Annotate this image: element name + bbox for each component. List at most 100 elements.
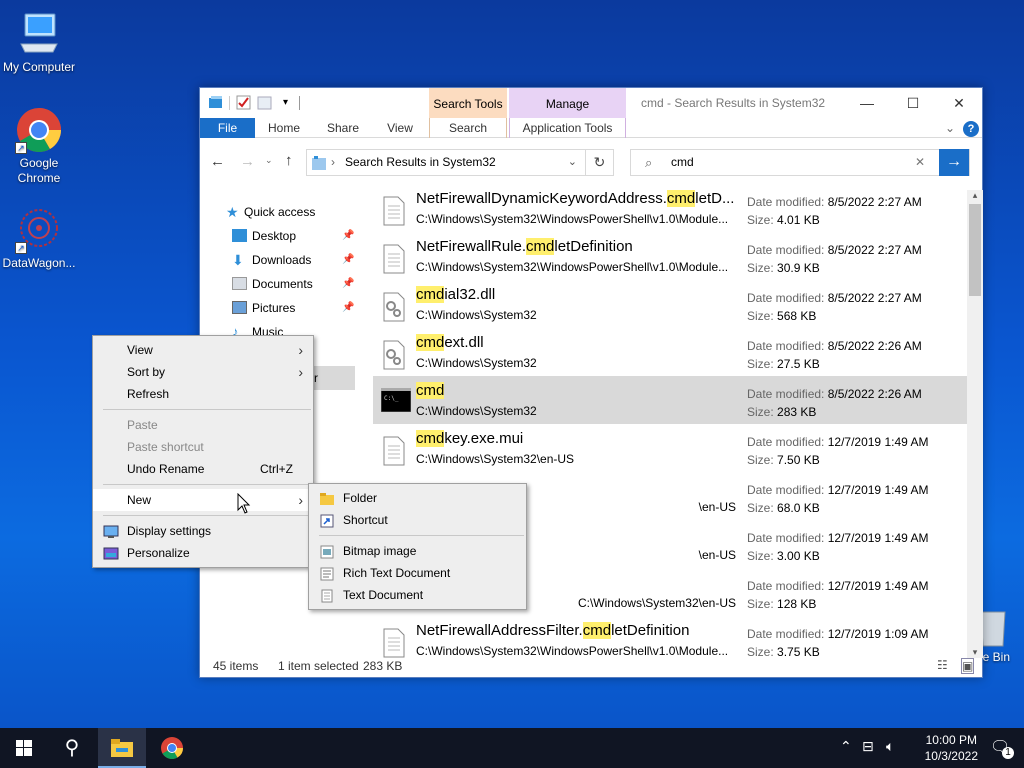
menu-item-display-settings[interactable]: Display settings (93, 520, 313, 542)
search-icon: ⌕ (645, 155, 653, 170)
taskbar: ⚲ ⌃ ⊟ 🔈︎ 10:00 PM 10/3/2022 🗨︎ 1 (0, 728, 1024, 768)
nav-item-desktop[interactable]: Desktop 📌 (200, 224, 360, 248)
title-bar[interactable]: ▾ Search Tools Manage cmd - Search Resul… (200, 88, 982, 118)
action-center-button[interactable]: 🗨︎ 1 (990, 737, 1014, 759)
pin-icon: 📌 (342, 302, 355, 313)
result-date-modified: Date modified: 12/7/2019 1:49 AM (747, 531, 929, 545)
menu-separator (319, 535, 524, 536)
recent-locations-icon[interactable]: ⌄ (265, 155, 273, 166)
menu-item-rich-text-document[interactable]: Rich Text Document (309, 562, 526, 584)
clock[interactable]: 10:00 PM 10/3/2022 (925, 732, 978, 764)
search-taskbar-button[interactable]: ⚲ (48, 728, 96, 768)
customize-qat-icon[interactable]: ▾ (278, 95, 293, 110)
nav-item-documents[interactable]: Documents 📌 (200, 272, 360, 296)
maximize-button[interactable]: ☐ (890, 88, 936, 118)
file-explorer-taskbar-button[interactable] (98, 728, 146, 768)
document-icon (381, 436, 411, 466)
large-icons-view-icon[interactable]: ▣ (961, 658, 975, 674)
result-date-modified: Date modified: 8/5/2022 2:27 AM (747, 195, 922, 209)
result-name: cmdial32.dll (416, 286, 496, 303)
nav-item-quick-access[interactable]: ★ Quick access (200, 200, 360, 224)
menu-item-label: Personalize (127, 546, 190, 560)
details-view-icon[interactable]: ☷ (937, 658, 948, 672)
bitmap-icon (319, 544, 335, 559)
address-bar[interactable]: › Search Results in System32 ⌄ (306, 149, 586, 176)
notification-count: 1 (1002, 747, 1014, 759)
menu-item-personalize[interactable]: Personalize (93, 542, 313, 564)
tab-search[interactable]: Search (429, 118, 507, 138)
vertical-scrollbar[interactable]: ▴ ▾ (967, 190, 983, 658)
menu-item-sort-by[interactable]: Sort by › (93, 361, 313, 383)
window-title: cmd - Search Results in System32 (641, 96, 826, 110)
search-go-button[interactable]: → (939, 149, 969, 176)
result-date-modified: Date modified: 12/7/2019 1:49 AM (747, 579, 929, 593)
tab-application-tools[interactable]: Application Tools (509, 118, 626, 138)
menu-item-label: Refresh (127, 387, 170, 401)
result-path: C:\Windows\System32\WindowsPowerShell\v1… (416, 260, 729, 274)
menu-item-refresh[interactable]: Refresh (93, 383, 313, 405)
document-icon (381, 196, 411, 226)
menu-item-label: View (127, 343, 153, 357)
start-button[interactable] (0, 728, 48, 768)
desktop-icon-google-chrome[interactable]: ↗ Google Chrome (0, 106, 78, 186)
result-row[interactable]: C:\_ cmd C:\Windows\System32 Date modified:… (373, 376, 967, 424)
volume-icon[interactable]: 🔈︎ (886, 738, 894, 755)
result-path: C:\Windows\System32\en-US (416, 452, 575, 466)
chrome-taskbar-button[interactable] (148, 728, 196, 768)
folder-icon (208, 95, 223, 110)
menu-item-view[interactable]: View › (93, 339, 313, 361)
result-date-modified: Date modified: 12/7/2019 1:09 AM (747, 627, 929, 641)
menu-item-text-document[interactable]: Text Document (309, 584, 526, 606)
search-results-folder-icon (311, 155, 327, 180)
help-icon[interactable]: ? (962, 118, 980, 138)
desktop-context-menu: View › Sort by › Refresh Paste Paste shortcut U… (92, 335, 314, 568)
tab-home[interactable]: Home (257, 118, 311, 138)
tab-share[interactable]: Share (316, 118, 370, 138)
text-doc-icon (319, 588, 335, 603)
scrollbar-thumb[interactable] (969, 204, 981, 296)
menu-item-bitmap-image[interactable]: Bitmap image (309, 540, 526, 562)
show-hidden-icons-chevron-icon[interactable]: ⌃ (840, 738, 852, 755)
ribbon-expand-icon[interactable]: ⌄ (942, 118, 958, 138)
tab-file[interactable]: File (200, 118, 255, 138)
result-row[interactable]: NetFirewallDynamicKeywordAddress.cmdletD… (373, 184, 967, 232)
menu-item-shortcut[interactable]: Shortcut (309, 509, 526, 531)
menu-separator (103, 409, 311, 410)
new-folder-icon[interactable] (257, 95, 272, 110)
menu-item-folder[interactable]: Folder (309, 487, 526, 509)
menu-separator (103, 515, 311, 516)
result-row[interactable]: cmdial32.dll C:\Windows\System32 Date modi… (373, 280, 967, 328)
network-icon[interactable]: ⊟ (862, 738, 874, 755)
tab-view[interactable]: View (373, 118, 427, 138)
menu-item-paste: Paste (93, 414, 313, 436)
menu-item-new[interactable]: New › (93, 489, 313, 511)
folder-icon (319, 491, 335, 505)
address-dropdown-icon[interactable]: ⌄ (568, 150, 577, 175)
search-input[interactable]: cmd (671, 155, 694, 169)
minimize-button[interactable]: — (844, 88, 890, 118)
desktop-icon-label: Google Chrome (17, 156, 61, 185)
nav-item-pictures[interactable]: Pictures 📌 (200, 296, 360, 320)
back-arrow-icon[interactable]: ← (210, 153, 225, 170)
search-box[interactable]: ⌕ cmd ✕ → (630, 149, 970, 176)
menu-item-label: Paste (127, 418, 158, 432)
properties-icon[interactable] (236, 95, 251, 110)
forward-arrow-icon[interactable]: → (240, 153, 255, 170)
console-icon: C:\_ (380, 387, 412, 418)
menu-item-undo-rename[interactable]: Undo Rename Ctrl+Z (93, 458, 313, 480)
refresh-button[interactable]: ↻ (586, 149, 614, 176)
chrome-icon (161, 737, 183, 759)
close-button[interactable]: ✕ (936, 88, 982, 118)
up-arrow-icon[interactable]: ↑ (285, 152, 293, 169)
result-row[interactable]: cmdkey.exe.mui C:\Windows\System32\en-US D… (373, 424, 967, 472)
result-row[interactable]: cmdext.dll C:\Windows\System32 Date modifi… (373, 328, 967, 376)
scroll-up-icon[interactable]: ▴ (967, 190, 983, 201)
desktop-icon-my-computer[interactable]: My Computer (0, 10, 78, 75)
clear-search-icon[interactable]: ✕ (915, 150, 925, 175)
star-icon: ★ (226, 204, 239, 220)
pin-icon: 📌 (342, 254, 355, 265)
desktop-icon-datawagon[interactable]: ↗ DataWagon... (0, 206, 78, 271)
result-row[interactable]: NetFirewallRule.cmdletDefinition C:\Windo… (373, 232, 967, 280)
nav-item-downloads[interactable]: ⬇ Downloads 📌 (200, 248, 360, 272)
submenu-arrow-icon: › (298, 342, 303, 358)
